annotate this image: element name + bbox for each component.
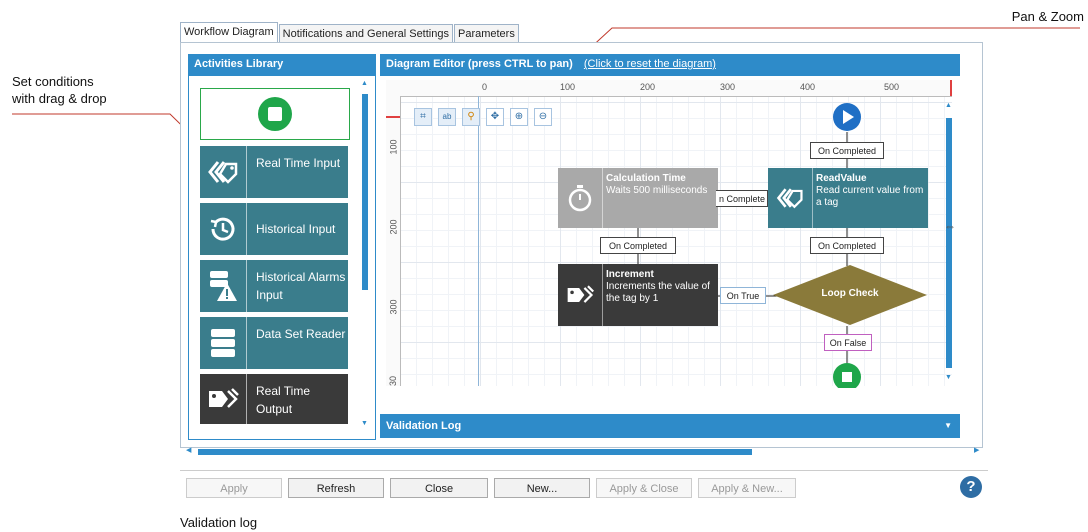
apply-new-button[interactable]: Apply & New... bbox=[698, 478, 796, 498]
reset-diagram-link[interactable]: (Click to reset the diagram) bbox=[584, 58, 716, 70]
diagram-editor-header: Diagram Editor (press CTRL to pan) (Clic… bbox=[380, 54, 960, 76]
on-completed-label[interactable]: n Complete bbox=[716, 190, 768, 207]
end-node-icon[interactable] bbox=[832, 362, 862, 388]
resize-handle-icon[interactable]: ⇔ bbox=[944, 219, 956, 233]
node-title: Increment bbox=[606, 269, 654, 280]
loop-check-label: Loop Check bbox=[821, 288, 879, 299]
ruler-x-tick: 400 bbox=[800, 82, 816, 92]
ruler-x-tick: 300 bbox=[720, 82, 736, 92]
tab-parameters[interactable]: Parameters bbox=[453, 24, 519, 43]
stop-icon bbox=[258, 97, 292, 131]
zoom-out-icon[interactable]: ⊖ bbox=[534, 108, 552, 126]
diagram-editor-title: Diagram Editor (press CTRL to pan) bbox=[386, 58, 573, 70]
tab-bar: Workflow Diagram Notifications and Gener… bbox=[180, 22, 520, 43]
library-item-real-time-output[interactable]: Real Time Output bbox=[200, 374, 348, 424]
node-increment[interactable]: Increment Increments the value of the tag… bbox=[558, 264, 718, 326]
ruler-y-tick: 100 bbox=[388, 139, 399, 155]
button-bar-divider bbox=[180, 470, 988, 471]
ruler-marker-vertical bbox=[386, 116, 400, 118]
library-item-real-time-input[interactable]: Real Time Input bbox=[200, 146, 348, 198]
dataset-icon bbox=[200, 317, 247, 369]
drag-drop-callout-line2: with drag & drop bbox=[12, 91, 107, 106]
library-scrollbar[interactable] bbox=[362, 94, 368, 290]
apply-button[interactable]: Apply bbox=[186, 478, 282, 498]
refresh-button[interactable]: Refresh bbox=[288, 478, 384, 498]
ruler-y-tick: 300 bbox=[388, 299, 399, 315]
horizontal-scrollbar[interactable] bbox=[198, 449, 752, 455]
node-description: Increments the value of the tag by 1 bbox=[606, 281, 710, 304]
move-icon[interactable]: ✥ bbox=[486, 108, 504, 126]
library-item-label: Historical Alarms Input bbox=[256, 270, 346, 302]
ruler-x-tick: 0 bbox=[482, 82, 488, 92]
library-scroll-down-icon[interactable]: ▼ bbox=[361, 420, 368, 427]
zoom-in-icon[interactable]: ⊕ bbox=[510, 108, 528, 126]
ruler-x-tick: 200 bbox=[640, 82, 656, 92]
validation-log-title: Validation Log bbox=[386, 420, 462, 432]
history-icon bbox=[200, 203, 247, 255]
node-read-value[interactable]: ReadValue Read current value from a tag bbox=[768, 168, 928, 228]
tag-output-icon bbox=[558, 264, 603, 326]
fit-to-screen-icon[interactable]: ⌗ bbox=[414, 108, 432, 126]
ruler-corner bbox=[386, 80, 400, 96]
on-completed-label[interactable]: On Completed bbox=[810, 142, 884, 159]
on-true-label[interactable]: On True bbox=[720, 287, 766, 304]
text-tool-icon[interactable]: ab bbox=[438, 108, 456, 126]
tag-arrows-icon bbox=[200, 146, 247, 198]
activities-library-title: Activities Library bbox=[188, 54, 376, 76]
node-title: ReadValue bbox=[816, 173, 867, 184]
tag-output-icon bbox=[200, 374, 247, 424]
horizontal-scroll-right-icon[interactable]: ▶ bbox=[974, 446, 979, 454]
alarm-warning-icon bbox=[200, 260, 247, 312]
on-completed-label[interactable]: On Completed bbox=[810, 237, 884, 254]
ruler-marker bbox=[950, 80, 952, 96]
library-item-historical-input[interactable]: Historical Input bbox=[200, 203, 348, 255]
stop-activity[interactable] bbox=[200, 88, 350, 140]
node-title: Calculation Time bbox=[606, 173, 686, 184]
on-false-label[interactable]: On False bbox=[824, 334, 872, 351]
origin-line bbox=[478, 96, 479, 386]
tab-workflow-diagram[interactable]: Workflow Diagram bbox=[180, 22, 278, 43]
drag-drop-callout-line1: Set conditions bbox=[12, 74, 94, 89]
library-item-data-set-reader[interactable]: Data Set Reader bbox=[200, 317, 348, 369]
editor-scrollbar-vertical[interactable] bbox=[946, 118, 952, 368]
ruler-y-tick: 30 bbox=[388, 375, 399, 387]
library-item-label: Real Time Input bbox=[256, 156, 341, 170]
node-description: Waits 500 milliseconds bbox=[606, 185, 708, 196]
library-item-label: Real Time Output bbox=[256, 384, 311, 416]
drag-drop-callout: Set conditions with drag & drop bbox=[12, 73, 107, 107]
horizontal-scroll-left-icon[interactable]: ◀ bbox=[186, 446, 191, 454]
start-node-icon[interactable] bbox=[832, 102, 862, 132]
tag-arrows-icon bbox=[768, 168, 813, 228]
validation-log-header[interactable]: Validation Log ▼ bbox=[380, 414, 960, 438]
ruler-x-tick: 500 bbox=[884, 82, 900, 92]
node-description: Read current value from a tag bbox=[816, 185, 924, 208]
validation-callout: Validation log bbox=[180, 515, 258, 530]
stopwatch-icon bbox=[558, 168, 603, 228]
pan-zoom-callout: Pan & Zoom bbox=[1011, 9, 1084, 24]
editor-scroll-up-icon[interactable]: ▲ bbox=[945, 102, 952, 109]
ruler-y-tick: 200 bbox=[388, 219, 399, 235]
editor-scroll-down-icon[interactable]: ▼ bbox=[945, 374, 952, 381]
library-scroll-up-icon[interactable]: ▲ bbox=[361, 80, 368, 87]
tab-notifications[interactable]: Notifications and General Settings bbox=[278, 24, 453, 43]
library-item-label: Data Set Reader bbox=[256, 327, 346, 341]
close-button[interactable]: Close bbox=[390, 478, 488, 498]
chevron-down-icon[interactable]: ▼ bbox=[944, 414, 952, 438]
help-icon[interactable]: ? bbox=[960, 476, 982, 498]
ruler-x-tick: 100 bbox=[560, 82, 576, 92]
apply-close-button[interactable]: Apply & Close bbox=[596, 478, 692, 498]
new-button[interactable]: New... bbox=[494, 478, 590, 498]
library-item-label: Historical Input bbox=[256, 222, 336, 236]
library-item-historical-alarms-input[interactable]: Historical Alarms Input bbox=[200, 260, 348, 312]
pan-tool-icon[interactable]: ⚲ bbox=[462, 108, 480, 126]
on-completed-label[interactable]: On Completed bbox=[600, 237, 676, 254]
node-calculation-time[interactable]: Calculation Time Waits 500 milliseconds bbox=[558, 168, 718, 228]
